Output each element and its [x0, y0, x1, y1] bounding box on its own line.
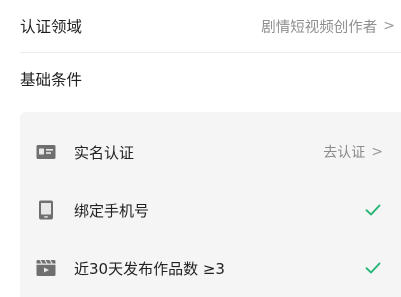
certification-value-group[interactable]: 剧情短视频创作者 > — [261, 16, 395, 37]
divider — [20, 52, 401, 53]
certification-label: 认证领域 — [20, 18, 83, 36]
condition-row-phone: 绑定手机号 — [20, 182, 401, 238]
phone-icon — [36, 200, 56, 220]
check-icon — [363, 258, 383, 278]
condition-label: 绑定手机号 — [74, 201, 150, 220]
condition-label: 近30天发布作品数 ≥3 — [74, 259, 225, 278]
condition-row-works: 近30天发布作品数 ≥3 — [20, 240, 401, 296]
conditions-panel: 实名认证 去认证 > 绑定手机号 近30天发布作品数 ≥3 — [20, 112, 401, 297]
go-verify-link[interactable]: 去认证 > — [323, 142, 383, 162]
condition-label: 实名认证 — [74, 143, 135, 162]
check-icon — [363, 200, 383, 220]
section-title: 基础条件 — [20, 71, 83, 89]
chevron-right-icon: > — [383, 18, 395, 34]
video-icon — [36, 258, 56, 278]
certification-value: 剧情短视频创作者 — [261, 19, 378, 36]
go-verify-label: 去认证 — [323, 145, 366, 161]
id-card-icon — [36, 142, 56, 162]
condition-row-realname[interactable]: 实名认证 去认证 > — [20, 124, 401, 180]
certification-field-row[interactable]: 认证领域 剧情短视频创作者 > — [0, 0, 401, 52]
chevron-right-icon: > — [371, 144, 383, 160]
